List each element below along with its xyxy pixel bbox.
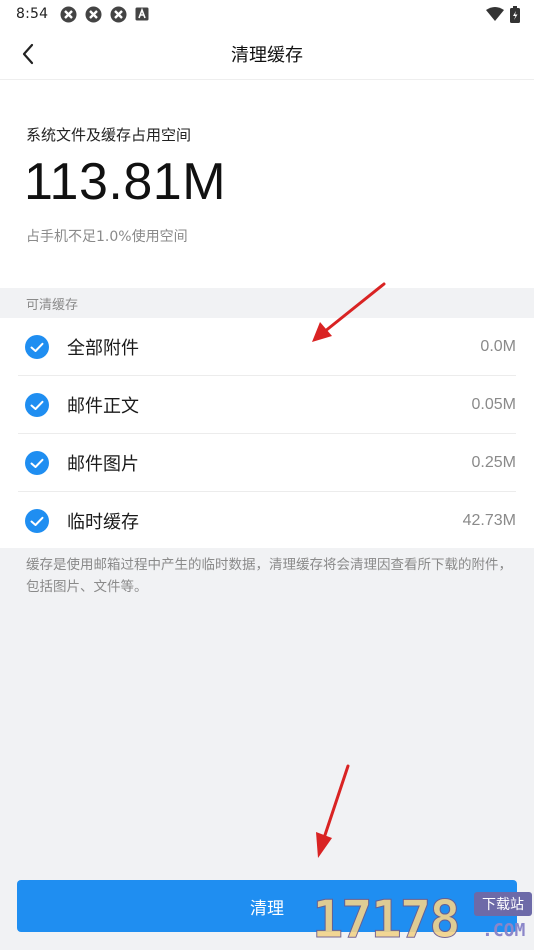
checkbox-checked-icon[interactable] — [25, 451, 49, 475]
item-size: 0.25M — [471, 454, 516, 471]
wifi-icon — [486, 7, 504, 21]
item-label: 邮件图片 — [67, 454, 139, 475]
battery-icon — [510, 5, 520, 23]
item-label: 全部附件 — [67, 338, 139, 359]
cache-list: 全部附件 0.0M 邮件正文 0.05M 邮件图片 0.25M 临时缓存 42.… — [0, 318, 534, 548]
cache-item-temp-cache[interactable]: 临时缓存 42.73M — [0, 492, 534, 550]
checkbox-checked-icon[interactable] — [25, 393, 49, 417]
page-title: 清理缓存 — [231, 44, 303, 66]
cache-description: 缓存是使用邮箱过程中产生的临时数据，清理缓存将会清理因查看所下载的附件，包括图片… — [26, 557, 512, 595]
a-letter-icon — [135, 7, 149, 21]
app-bar: 清理缓存 — [0, 28, 534, 80]
app-notification-icon — [85, 6, 102, 22]
item-label: 临时缓存 — [67, 512, 139, 533]
annotation-arrow-icon — [316, 764, 350, 858]
item-label: 邮件正文 — [67, 396, 139, 417]
checkbox-checked-icon[interactable] — [25, 335, 49, 359]
summary-note: 占手机不足1.0%使用空间 — [26, 229, 188, 245]
status-time: 8:54 — [16, 6, 49, 22]
cache-item-mail-body[interactable]: 邮件正文 0.05M — [0, 376, 534, 434]
summary-label: 系统文件及缓存占用空间 — [26, 126, 192, 144]
app-notification-icon — [110, 6, 127, 22]
storage-summary: 系统文件及缓存占用空间 113.81M 占手机不足1.0%使用空间 — [0, 80, 534, 288]
item-size: 0.0M — [480, 338, 516, 355]
item-size: 42.73M — [462, 512, 516, 529]
cache-item-mail-images[interactable]: 邮件图片 0.25M — [0, 434, 534, 492]
back-button[interactable] — [10, 36, 46, 72]
chevron-left-icon — [22, 43, 34, 65]
status-bar: 8:54 — [0, 0, 534, 28]
app-notification-icon — [60, 6, 77, 22]
system-icons — [486, 5, 520, 23]
clean-button[interactable]: 清理 — [17, 880, 517, 932]
cache-size-total: 113.81M — [24, 153, 227, 211]
checkbox-checked-icon[interactable] — [25, 509, 49, 533]
item-size: 0.05M — [471, 396, 516, 413]
cache-item-attachments[interactable]: 全部附件 0.0M — [0, 318, 534, 376]
section-header: 可清缓存 — [0, 288, 534, 318]
notification-icons — [60, 6, 149, 23]
